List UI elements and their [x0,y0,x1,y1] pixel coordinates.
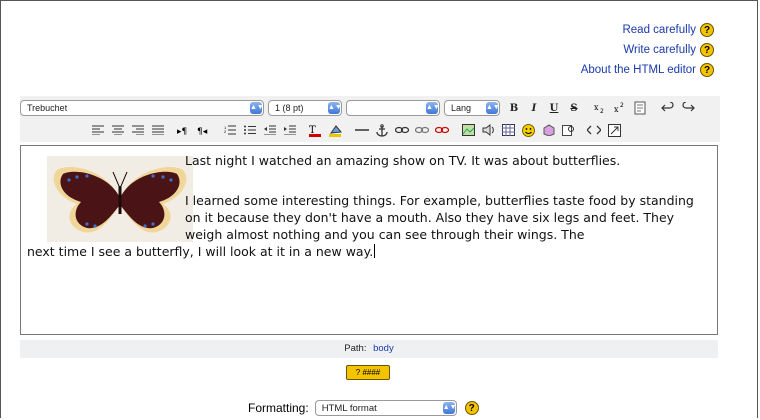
help-icon[interactable]: ? [700,63,714,77]
read-carefully-link[interactable]: Read carefully [622,24,696,36]
font-select-value: Trebuchet [27,103,68,113]
size-select-value: 1 (8 pt) [275,103,304,113]
rtl-icon[interactable]: ¶◂ [196,122,212,138]
svg-text:2: 2 [600,108,604,114]
fullscreen-icon[interactable] [606,122,622,138]
strikethrough-button[interactable]: S [566,100,582,116]
align-center-icon[interactable] [110,122,126,138]
lang-select-value: Lang [451,103,472,113]
insert-media-icon[interactable] [480,122,496,138]
help-links: Read carefully ? Write carefully ? About… [581,20,714,80]
italic-button[interactable]: I [526,100,542,116]
editor-help-button[interactable]: ? #### [346,365,390,380]
superscript-icon[interactable]: x2 [612,100,628,116]
insert-table-icon[interactable] [500,122,516,138]
butterfly-image [47,156,193,242]
paragraph-2-lines: I learned some interesting things. For e… [185,193,694,242]
unlink-icon[interactable] [414,122,430,138]
undo-icon[interactable] [660,100,676,116]
bold-button[interactable]: B [506,100,522,116]
editor-toolbar: Trebuchet ▲▼ 1 (8 pt) ▲▼ ▲▼ Lang ▲▼ B I … [20,96,720,142]
size-select[interactable]: 1 (8 pt) ▲▼ [268,100,342,116]
help-icon[interactable]: ? [700,43,714,57]
nolink-icon[interactable] [434,122,450,138]
formatting-row: Formatting: HTML format ▲▼ ? [248,400,479,416]
unordered-list-icon[interactable] [242,122,258,138]
write-carefully-link[interactable]: Write carefully [623,44,696,56]
font-select[interactable]: Trebuchet ▲▼ [20,100,264,116]
toolbar-row-2: ▸¶ ¶◂ 12 T [88,120,624,140]
svg-text:2: 2 [224,129,227,134]
html-source-icon[interactable] [586,122,602,138]
underline-button[interactable]: U [546,100,562,116]
select-arrow-icon: ▲▼ [328,102,342,114]
path-bar: Path: body [20,340,718,358]
text-color-icon[interactable]: T [308,122,324,138]
help-link-editor: About the HTML editor ? [581,60,714,80]
path-label: Path: [344,343,367,354]
editor-content-area[interactable]: Last night I watched an amazing show on … [20,145,718,335]
svg-text:x: x [614,105,619,114]
toolbar-row-1: Trebuchet ▲▼ 1 (8 pt) ▲▼ ▲▼ Lang ▲▼ B I … [20,98,720,118]
svg-text:¶◂: ¶◂ [197,127,208,136]
outdent-icon[interactable] [262,122,278,138]
anchor-icon[interactable] [374,122,390,138]
help-icon[interactable]: ? [464,401,479,415]
select-arrow-icon: ▲▼ [442,402,457,414]
horizontal-rule-icon[interactable] [354,122,370,138]
formatting-select-value: HTML format [321,402,377,414]
formatting-label: Formatting: [248,401,309,415]
ordered-list-icon[interactable]: 12 [222,122,238,138]
paragraph-2: I learned some interesting things. For e… [27,192,705,260]
subscript-icon[interactable]: x2 [592,100,608,116]
paragraph-2-last-text: next time I see a butterfly, I will look… [27,244,374,259]
paragraph-2-last-line: next time I see a butterfly, I will look… [27,243,705,260]
background-color-icon[interactable] [328,122,344,138]
select-arrow-icon: ▲▼ [486,102,500,114]
select-arrow-icon: ▲▼ [426,102,440,114]
svg-text:2: 2 [620,102,624,109]
smiley-icon[interactable] [520,122,536,138]
special-chars-icon[interactable] [540,122,556,138]
svg-text:▸¶: ▸¶ [177,127,187,136]
align-left-icon[interactable] [90,122,106,138]
about-html-editor-link[interactable]: About the HTML editor [581,64,696,76]
align-right-icon[interactable] [130,122,146,138]
path-body-link[interactable]: body [373,343,394,354]
select-arrow-icon: ▲▼ [250,102,264,114]
indent-icon[interactable] [282,122,298,138]
svg-text:x: x [594,103,599,112]
link-icon[interactable] [394,122,410,138]
help-link-write: Write carefully ? [581,40,714,60]
insert-image-icon[interactable] [460,122,476,138]
help-icon[interactable]: ? [700,23,714,37]
clean-word-icon[interactable] [632,100,648,116]
lang-select[interactable]: Lang ▲▼ [444,100,500,116]
text-cursor [374,244,376,258]
search-replace-icon[interactable] [560,122,576,138]
help-link-read: Read carefully ? [581,20,714,40]
justify-icon[interactable] [150,122,166,138]
formatting-select[interactable]: HTML format ▲▼ [314,400,457,416]
ltr-icon[interactable]: ▸¶ [176,122,192,138]
style-select[interactable]: ▲▼ [346,100,440,116]
paragraph-1: Last night I watched an amazing show on … [185,153,621,168]
redo-icon[interactable] [680,100,696,116]
